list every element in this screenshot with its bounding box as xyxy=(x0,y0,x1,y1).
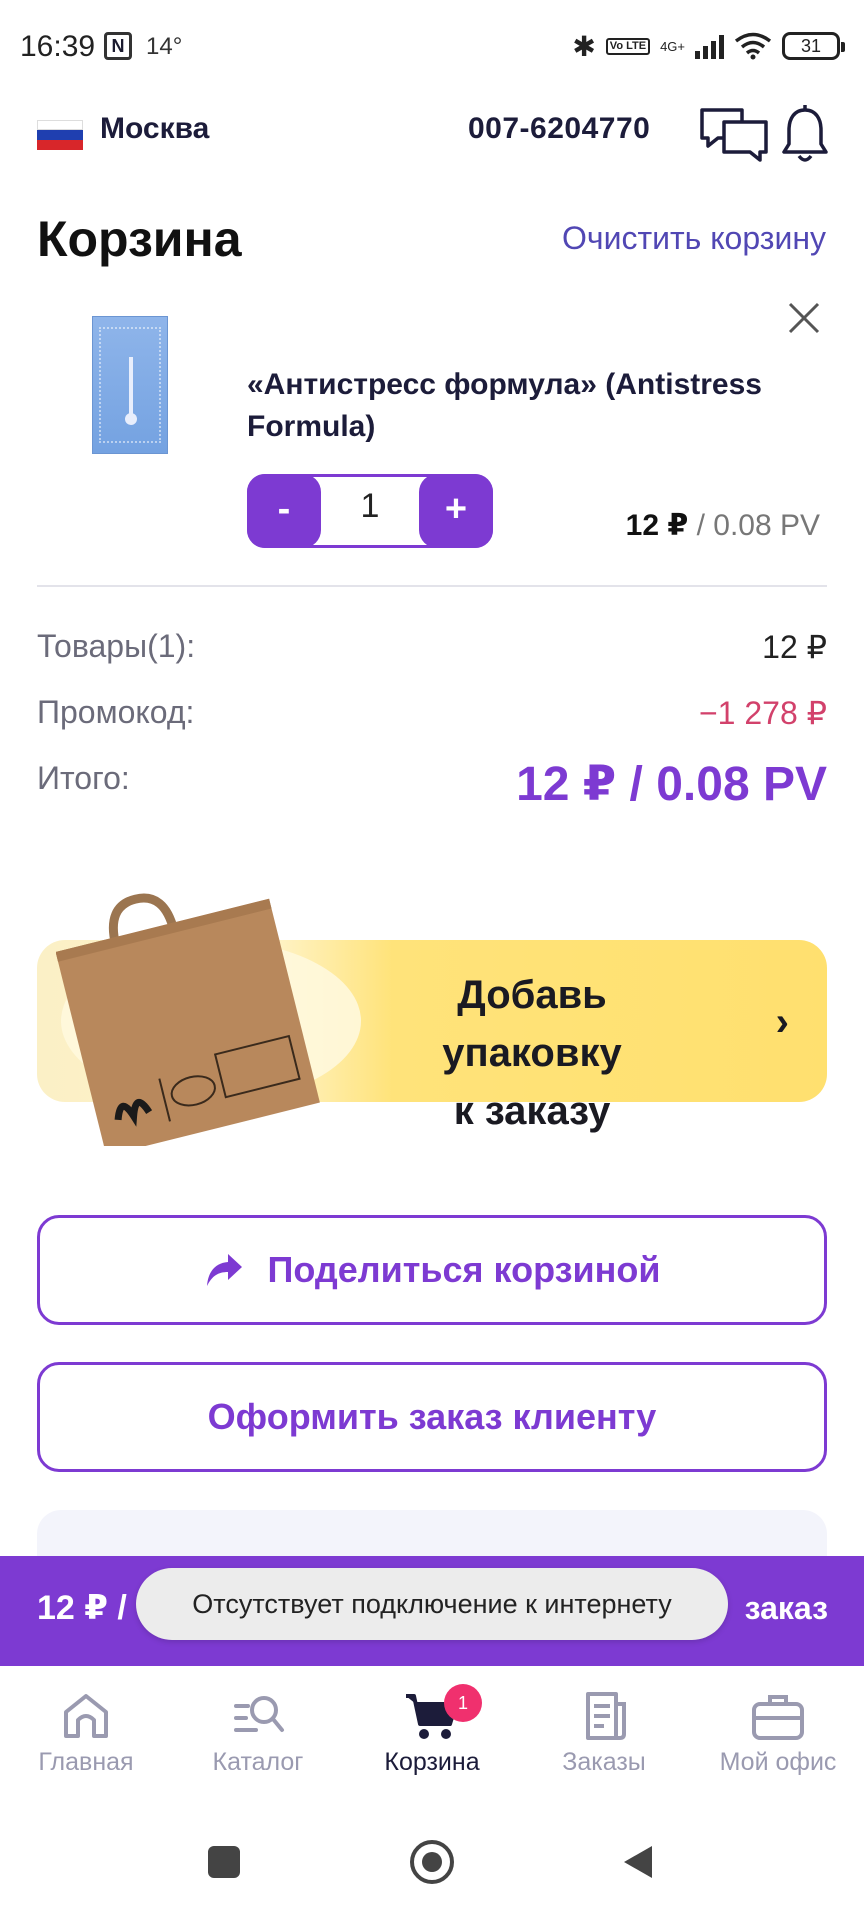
bottom-navigation: Главная Каталог 1 Корзина Заказы Мой офи… xyxy=(0,1666,864,1806)
city-selector[interactable]: Москва xyxy=(100,112,209,146)
nav-item-cart[interactable]: 1 Корзина xyxy=(346,1684,518,1777)
packaging-text: Добавь упаковку к заказу xyxy=(367,966,697,1140)
summary-items-value: 12 ₽ xyxy=(762,629,827,665)
status-time: 16:39 xyxy=(20,30,96,63)
nav-label-catalog: Каталог xyxy=(212,1748,304,1776)
clear-cart-link[interactable]: Очистить корзину xyxy=(562,220,826,257)
share-cart-label: Поделиться корзиной xyxy=(267,1249,661,1290)
page-title: Корзина xyxy=(37,211,242,267)
packaging-line2: к заказу xyxy=(453,1089,611,1133)
catalog-search-icon xyxy=(234,1696,284,1732)
status-icons: ✱ Vo LTE 4G+ 31 xyxy=(572,28,845,64)
phone-number[interactable]: 007-6204770 xyxy=(468,112,650,146)
orders-icon xyxy=(586,1692,626,1740)
no-internet-toast: Отсутствует подключение к интернету xyxy=(136,1568,728,1640)
order-for-client-button[interactable]: Оформить заказ клиенту xyxy=(37,1362,827,1472)
chat-icon[interactable] xyxy=(698,104,770,164)
volte-icon: Vo LTE xyxy=(605,37,651,55)
product-name[interactable]: «Антистресс формула» (Antistress Formula… xyxy=(247,364,807,448)
nav-item-orders[interactable]: Заказы xyxy=(518,1688,690,1777)
close-icon[interactable] xyxy=(786,300,822,336)
signal-icon xyxy=(695,33,724,59)
checkout-button[interactable]: заказ xyxy=(745,1590,828,1627)
cart-item: «Антистресс формула» (Antistress Formula… xyxy=(0,290,864,590)
network-type: 4G+ xyxy=(660,38,685,54)
summary-promo-value: −1 278 ₽ xyxy=(698,695,827,731)
home-button-icon[interactable] xyxy=(410,1840,454,1884)
chevron-right-icon: › xyxy=(775,1000,789,1044)
nav-item-home[interactable]: Главная xyxy=(0,1688,172,1777)
summary-items-label: Товары(1): xyxy=(37,628,196,664)
checkout-bar-price: 12 ₽ / xyxy=(37,1589,127,1627)
share-cart-button[interactable]: Поделиться корзиной xyxy=(37,1215,827,1325)
quantity-stepper: - 1 + xyxy=(247,474,493,548)
wifi-icon xyxy=(734,32,772,60)
cart-badge: 1 xyxy=(444,1684,482,1722)
item-price-rub: 12 ₽ xyxy=(625,509,689,542)
bell-icon[interactable] xyxy=(780,104,830,164)
summary-total-value: 12 ₽ / 0.08 PV xyxy=(516,758,827,811)
bluetooth-icon: ✱ xyxy=(572,30,596,62)
summary-total-label: Итого: xyxy=(37,760,130,796)
nav-item-catalog[interactable]: Каталог xyxy=(172,1688,344,1777)
home-icon xyxy=(64,1694,108,1738)
system-navigation xyxy=(0,1806,864,1920)
briefcase-icon xyxy=(752,1695,804,1740)
recents-icon[interactable] xyxy=(208,1846,240,1878)
divider xyxy=(37,585,827,587)
nfc-icon: N xyxy=(104,32,132,60)
nav-label-home: Главная xyxy=(38,1748,134,1776)
nav-label-office: Мой офис xyxy=(719,1748,837,1776)
back-icon[interactable] xyxy=(620,1844,656,1880)
app-header: Москва 007-6204770 xyxy=(0,96,864,206)
battery-icon: 31 xyxy=(782,32,845,60)
paper-bag-image xyxy=(56,893,320,1146)
nav-label-cart: Корзина xyxy=(384,1748,480,1776)
decrease-quantity-button[interactable]: - xyxy=(247,474,321,548)
item-price-pv: / 0.08 PV xyxy=(688,509,820,542)
russia-flag-icon[interactable] xyxy=(37,120,83,150)
order-for-client-label: Оформить заказ клиенту xyxy=(207,1396,657,1437)
status-bar: 16:39 N 14° ✱ Vo LTE 4G+ 31 xyxy=(0,0,864,96)
product-image[interactable] xyxy=(92,316,168,454)
increase-quantity-button[interactable]: + xyxy=(419,474,493,548)
quantity-value[interactable]: 1 xyxy=(324,487,416,526)
share-icon xyxy=(206,1254,242,1286)
summary-promo-label: Промокод: xyxy=(37,694,195,730)
weather-temperature: 14° xyxy=(146,33,183,60)
nav-label-orders: Заказы xyxy=(562,1748,646,1776)
packaging-line1: Добавь упаковку xyxy=(442,973,622,1075)
nav-item-office[interactable]: Мой офис xyxy=(692,1688,864,1777)
item-price: 12 ₽ / 0.08 PV xyxy=(626,508,820,543)
